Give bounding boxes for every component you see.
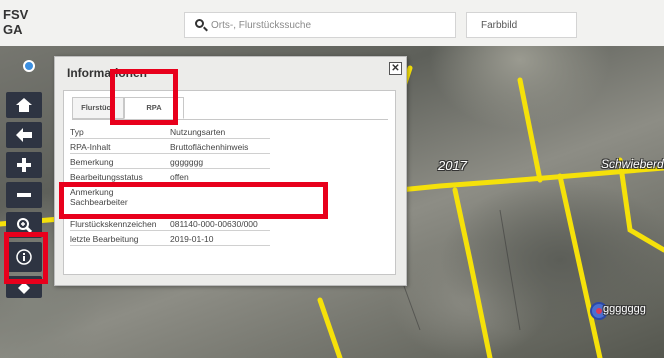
highlight-info-button bbox=[4, 232, 48, 284]
logo-line-2: GA bbox=[3, 22, 23, 37]
row-value: 2019-01-10 bbox=[170, 234, 214, 244]
row-value: Bruttoflächenhinweis bbox=[170, 142, 249, 152]
table-row: letzte Bearbeitung 2019-01-10 bbox=[70, 231, 270, 246]
home-button[interactable] bbox=[6, 92, 42, 118]
zoom-extent-icon bbox=[17, 218, 32, 233]
zoom-in-icon bbox=[17, 158, 31, 172]
top-bar: FSV GA Farbbild bbox=[0, 0, 664, 46]
layer-select[interactable]: Farbbild bbox=[466, 12, 577, 38]
search-icon bbox=[195, 19, 204, 28]
table-row: RPA-Inhalt Bruttoflächenhinweis bbox=[70, 139, 270, 154]
row-value: 081140-000-00630/000 bbox=[170, 219, 258, 229]
search-input[interactable] bbox=[211, 15, 451, 35]
map-street-label: Schwieberdi bbox=[601, 157, 664, 171]
search-box[interactable] bbox=[184, 12, 456, 38]
table-row: Bemerkung ggggggg bbox=[70, 154, 270, 169]
info-dialog[interactable]: Informationen ✕ Flurstück RPA Typ Nutzun… bbox=[54, 56, 407, 286]
marker-label: ggggggg bbox=[603, 303, 646, 315]
zoom-out-icon bbox=[17, 193, 31, 197]
status-dot bbox=[23, 60, 35, 72]
table-row: Typ Nutzungsarten bbox=[70, 124, 270, 139]
logo-line-1: FSV bbox=[3, 7, 29, 22]
row-key: Typ bbox=[70, 127, 84, 137]
back-arrow-icon bbox=[16, 128, 32, 142]
zoom-out-button[interactable] bbox=[6, 182, 42, 208]
row-value: offen bbox=[170, 172, 189, 182]
app-logo: FSV GA bbox=[3, 7, 28, 37]
row-key: Flurstückskennzeichen bbox=[70, 219, 157, 229]
row-value: Nutzungsarten bbox=[170, 127, 226, 137]
row-key: Bemerkung bbox=[70, 157, 114, 167]
highlight-rpa-tab bbox=[110, 69, 178, 125]
home-icon bbox=[16, 98, 32, 112]
row-key: letzte Bearbeitung bbox=[70, 234, 139, 244]
back-button[interactable] bbox=[6, 122, 42, 148]
map-parcel-label: 2017 bbox=[438, 158, 467, 173]
row-value: ggggggg bbox=[170, 157, 204, 167]
zoom-in-button[interactable] bbox=[6, 152, 42, 178]
highlight-anmerkung-row bbox=[59, 182, 328, 219]
close-button[interactable]: ✕ bbox=[389, 62, 402, 75]
row-key: RPA-Inhalt bbox=[70, 142, 111, 152]
row-key: Bearbeitungsstatus bbox=[70, 172, 143, 182]
